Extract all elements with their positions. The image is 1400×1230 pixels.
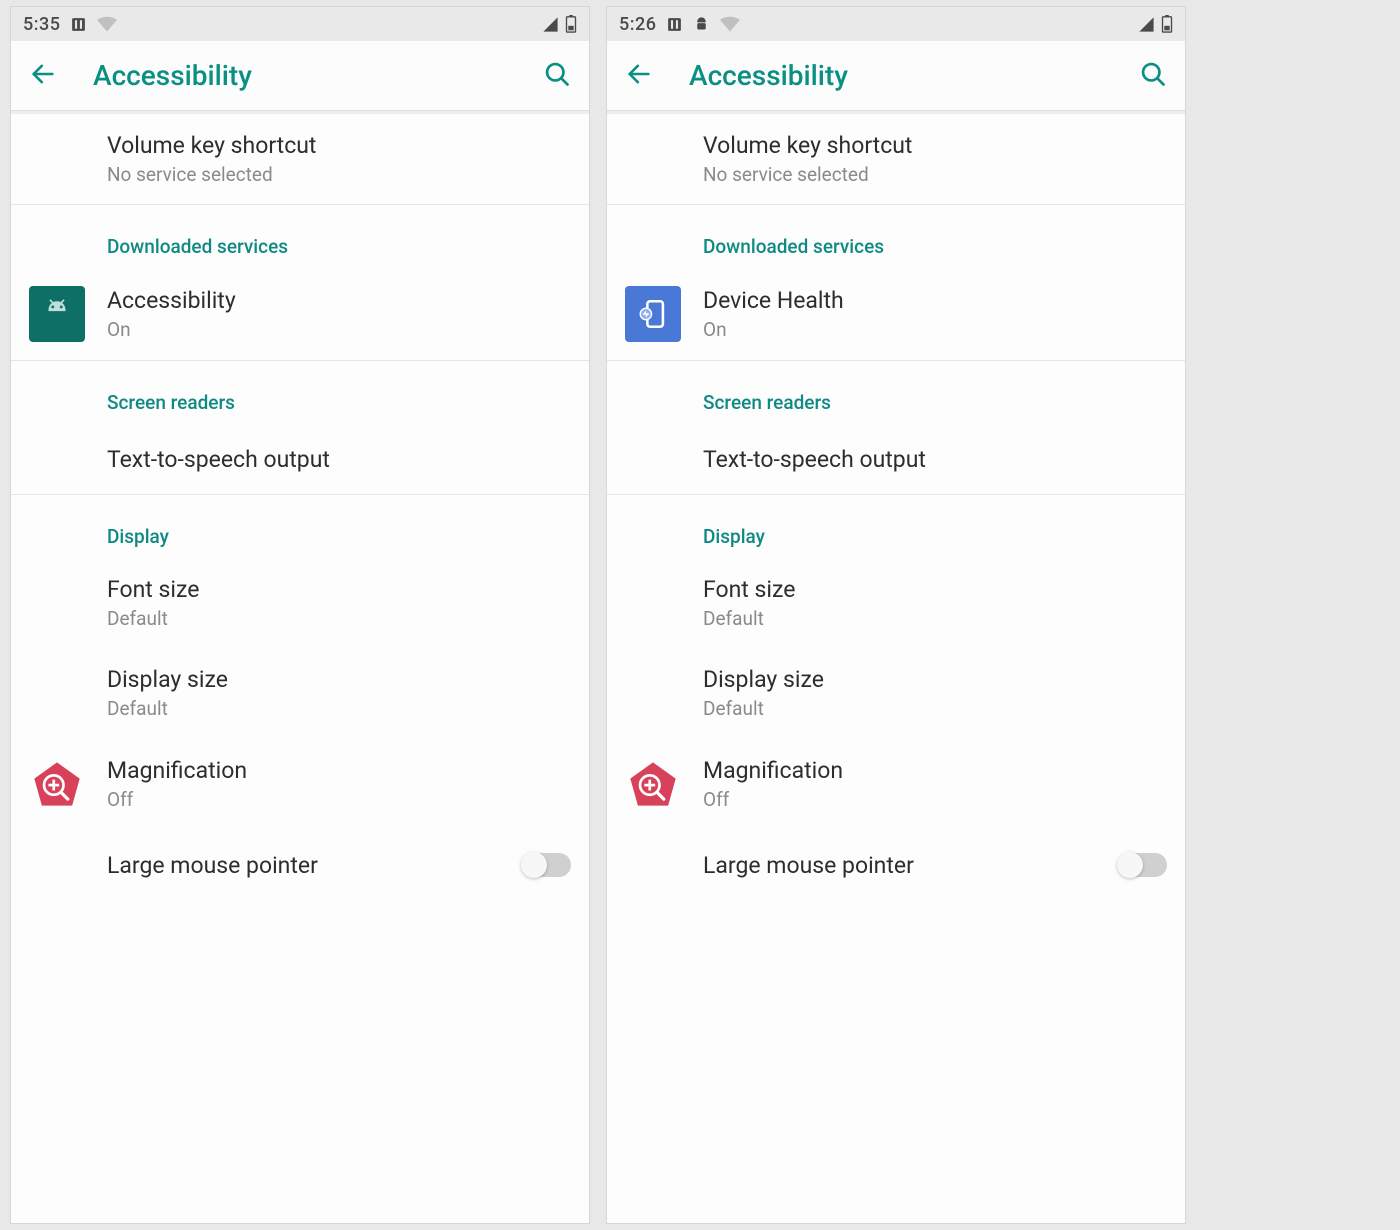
- adb-icon: [693, 16, 710, 33]
- status-bar: 5:35: [11, 7, 589, 41]
- wifi-weak-icon: [720, 16, 740, 32]
- row-title: Font size: [107, 576, 571, 603]
- row-title: Magnification: [703, 757, 1167, 784]
- row-title: Volume key shortcut: [107, 132, 571, 159]
- settings-list[interactable]: Volume key shortcut No service selected …: [607, 114, 1185, 1223]
- row-subtitle: Default: [107, 697, 571, 720]
- status-clock: 5:26: [619, 14, 656, 35]
- android-app-icon: [29, 286, 85, 342]
- status-clock: 5:35: [23, 14, 60, 35]
- app-bar: Accessibility: [11, 41, 589, 111]
- cell-signal-icon: [542, 16, 559, 33]
- battery-icon: [1161, 15, 1173, 33]
- section-display: Display: [607, 495, 1185, 558]
- search-icon[interactable]: [1139, 60, 1167, 92]
- row-subtitle: Off: [107, 788, 571, 811]
- row-subtitle: Default: [107, 607, 571, 630]
- search-icon[interactable]: [543, 60, 571, 92]
- row-title: Device Health: [703, 287, 1167, 314]
- row-font-size[interactable]: Font size Default: [11, 558, 589, 648]
- row-title: Large mouse pointer: [107, 852, 523, 879]
- row-volume-key-shortcut[interactable]: Volume key shortcut No service selected: [607, 114, 1185, 204]
- back-icon[interactable]: [29, 60, 57, 92]
- row-display-size[interactable]: Display size Default: [11, 648, 589, 738]
- app-notification-icon: [666, 16, 683, 33]
- page-title: Accessibility: [93, 59, 252, 92]
- row-large-mouse-pointer[interactable]: Large mouse pointer: [11, 830, 589, 900]
- wifi-weak-icon: [97, 16, 117, 32]
- row-tts-output[interactable]: Text-to-speech output: [607, 424, 1185, 494]
- cell-signal-icon: [1138, 16, 1155, 33]
- toggle-large-mouse-pointer[interactable]: [523, 853, 571, 877]
- toggle-large-mouse-pointer[interactable]: [1119, 853, 1167, 877]
- row-subtitle: No service selected: [107, 163, 571, 186]
- device-health-app-icon: [625, 286, 681, 342]
- row-volume-key-shortcut[interactable]: Volume key shortcut No service selected: [11, 114, 589, 204]
- row-magnification[interactable]: Magnification Off: [11, 738, 589, 830]
- row-title: Text-to-speech output: [703, 446, 1167, 473]
- row-title: Large mouse pointer: [703, 852, 1119, 879]
- row-title: Display size: [703, 666, 1167, 693]
- row-device-health-service[interactable]: Device Health On: [607, 268, 1185, 360]
- row-font-size[interactable]: Font size Default: [607, 558, 1185, 648]
- page-title: Accessibility: [689, 59, 848, 92]
- app-bar: Accessibility: [607, 41, 1185, 111]
- phone-screen-right: 5:26 Accessibility: [606, 6, 1186, 1224]
- row-tts-output[interactable]: Text-to-speech output: [11, 424, 589, 494]
- row-display-size[interactable]: Display size Default: [607, 648, 1185, 738]
- section-downloaded-services: Downloaded services: [11, 205, 589, 268]
- section-display: Display: [11, 495, 589, 558]
- magnification-icon: [625, 756, 681, 812]
- section-downloaded-services: Downloaded services: [607, 205, 1185, 268]
- row-subtitle: Default: [703, 697, 1167, 720]
- app-notification-icon: [70, 16, 87, 33]
- section-screen-readers: Screen readers: [11, 361, 589, 424]
- row-title: Volume key shortcut: [703, 132, 1167, 159]
- row-large-mouse-pointer[interactable]: Large mouse pointer: [607, 830, 1185, 900]
- row-subtitle: No service selected: [703, 163, 1167, 186]
- row-accessibility-service[interactable]: Accessibility On: [11, 268, 589, 360]
- row-subtitle: On: [703, 318, 1167, 341]
- status-bar: 5:26: [607, 7, 1185, 41]
- section-screen-readers: Screen readers: [607, 361, 1185, 424]
- phone-screen-left: 5:35 Accessibility: [10, 6, 590, 1224]
- row-title: Font size: [703, 576, 1167, 603]
- row-subtitle: On: [107, 318, 571, 341]
- row-subtitle: Off: [703, 788, 1167, 811]
- row-title: Text-to-speech output: [107, 446, 571, 473]
- magnification-icon: [29, 756, 85, 812]
- row-title: Magnification: [107, 757, 571, 784]
- row-subtitle: Default: [703, 607, 1167, 630]
- back-icon[interactable]: [625, 60, 653, 92]
- row-magnification[interactable]: Magnification Off: [607, 738, 1185, 830]
- battery-icon: [565, 15, 577, 33]
- row-title: Accessibility: [107, 287, 571, 314]
- settings-list[interactable]: Volume key shortcut No service selected …: [11, 114, 589, 1223]
- row-title: Display size: [107, 666, 571, 693]
